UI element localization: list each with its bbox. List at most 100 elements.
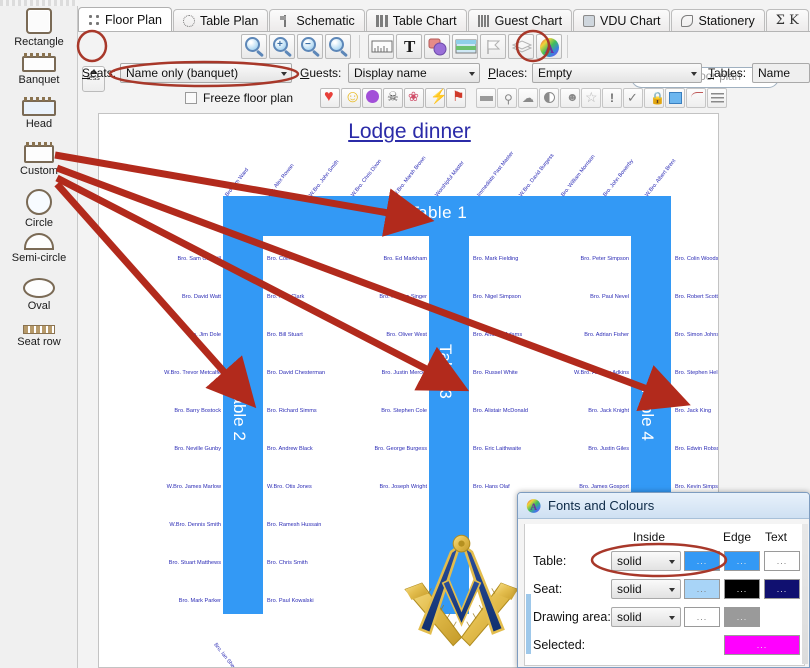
palette-item-oval[interactable]: Oval (0, 278, 78, 312)
palette-item-banquet[interactable]: Banquet (0, 53, 78, 86)
group-tool-button[interactable]: ☁ (518, 88, 538, 108)
seat-edge-colour-swatch[interactable]: ... (724, 579, 760, 599)
seats-label: Seats: (82, 66, 117, 80)
seat-label: Bro. Andrew Black (267, 446, 313, 452)
minus-glyph: − (305, 39, 311, 50)
purple-face-sticker-button[interactable] (362, 88, 382, 108)
heart-sticker-button[interactable]: ♥ (320, 88, 340, 108)
seats-selector[interactable]: Name only (banquet) (120, 63, 292, 83)
table-text-colour-swatch[interactable]: ... (764, 551, 800, 571)
tab-label: Table Chart (392, 14, 457, 28)
dialog-title-text: Fonts and Colours (548, 498, 655, 513)
fonts-colours-A-icon: A (540, 38, 559, 57)
guest-chart-icon (477, 15, 490, 27)
seat-label: Bro. Andrew Adams (473, 332, 523, 338)
seat-label: Bro. Nigel Simpson (473, 294, 521, 300)
exclamation-tool-button[interactable]: ! (602, 88, 622, 108)
schematic-icon (279, 15, 291, 27)
tab-table-plan[interactable]: Table Plan (172, 9, 269, 32)
palette-item-rectangle[interactable]: Rectangle (0, 8, 78, 48)
curve-tool-button[interactable] (686, 88, 706, 108)
palette-item-semi-circle[interactable]: Semi-circle (0, 233, 78, 264)
drawing-area-edge-colour-swatch[interactable]: ... (724, 607, 760, 627)
tab-vdu-chart[interactable]: VDU Chart (573, 9, 671, 32)
tab-stationery[interactable]: Stationery (671, 9, 765, 32)
seat-inside-colour-swatch[interactable]: ... (684, 579, 720, 599)
smiley-sticker-button[interactable]: ☺ (341, 87, 361, 108)
fonts-and-colours-dialog[interactable]: A Fonts and Colours Inside Edge Text Tab… (517, 492, 810, 668)
guests-selector[interactable]: Display name (348, 63, 480, 83)
seat-label: Bro. Stephen Hellab (675, 370, 718, 376)
selected-colour-swatch[interactable]: ... (724, 635, 800, 655)
bar-tool-button[interactable] (476, 88, 496, 108)
zoom-select-button[interactable] (325, 34, 351, 59)
grid-icon (669, 92, 682, 104)
seat-label: Bro. Adrian Fisher (584, 332, 629, 338)
rectangle-table-icon (26, 8, 52, 34)
dialog-left-scroll-strip[interactable] (526, 594, 531, 654)
split-tool-button[interactable] (539, 88, 559, 108)
places-value: Empty (538, 66, 573, 80)
zoom-out-button[interactable]: − (297, 34, 323, 59)
layers-button[interactable] (508, 34, 534, 59)
drawing-area-inside-colour-swatch[interactable]: ... (684, 607, 720, 627)
oval-table-icon (23, 278, 55, 298)
table-edge-colour-swatch[interactable]: ... (724, 551, 760, 571)
flag-button[interactable] (480, 34, 506, 59)
table-inside-style-select[interactable]: solid (611, 551, 681, 571)
seat-inside-style-value: solid (617, 582, 642, 596)
skull-sticker-button[interactable]: ☠ (383, 88, 403, 108)
seat-text-colour-swatch[interactable]: ... (764, 579, 800, 599)
dialog-row-label-seat: Seat: (533, 582, 563, 596)
head-seat-label: W.Bro. Chris Dixon (350, 158, 384, 198)
palette-item-seat-row[interactable]: Seat row (0, 325, 78, 348)
seat-label: Bro. George Burgess (374, 446, 427, 452)
tab-sigma[interactable]: Σ K (765, 9, 809, 32)
palette-item-custom[interactable]: Custom (0, 142, 78, 177)
tables-selector[interactable]: Name (752, 63, 810, 83)
flag-icon: ⚑ (452, 88, 465, 104)
person-tool-button[interactable]: ☻ (560, 88, 580, 108)
zoom-tool-button[interactable] (241, 34, 267, 59)
head-seat-label: Bro. William Morrison (560, 153, 597, 198)
text-button[interactable]: T (396, 34, 422, 59)
curve-icon (691, 92, 703, 104)
seat-label: Bro. David Watt (182, 294, 221, 300)
flag-sticker-button[interactable]: ⚑ (446, 88, 466, 108)
zoom-in-button[interactable]: + (269, 34, 295, 59)
tab-guest-chart[interactable]: Guest Chart (467, 9, 573, 32)
seat-label: W.Bro. Andrew Adkins (573, 370, 629, 376)
freeze-floor-plan-checkbox[interactable]: Freeze floor plan (185, 91, 293, 105)
lock-tool-button[interactable]: 🔒 (644, 88, 665, 108)
seat-label: Bro. Hans Olaf (473, 484, 510, 490)
background-button[interactable] (452, 34, 478, 59)
seat-inside-style-select[interactable]: solid (611, 579, 681, 599)
ruler-button[interactable] (368, 34, 394, 59)
drawing-area-inside-style-select[interactable]: solid (611, 607, 681, 627)
purple-circle-icon (366, 90, 379, 103)
palette-item-head[interactable]: Head (0, 97, 78, 130)
tab-floor-plan[interactable]: Floor Plan (78, 7, 172, 32)
star-tool-button[interactable]: ☆ (581, 88, 601, 108)
list-tool-button[interactable] (707, 88, 727, 108)
banquet-table-icon (22, 53, 56, 72)
dialog-scrollbar[interactable] (802, 524, 808, 664)
fonts-and-colours-button[interactable]: A (536, 34, 562, 59)
link-tool-button[interactable]: ⚲ (497, 88, 517, 108)
grid-tool-button[interactable] (665, 88, 685, 108)
table-inside-colour-swatch[interactable]: ... (684, 551, 720, 571)
lightning-sticker-button[interactable]: ⚡ (425, 88, 447, 108)
tab-schematic[interactable]: Schematic (269, 9, 365, 32)
tables-label: Tables: (708, 66, 747, 80)
fonts-colours-A-icon: A (526, 498, 541, 513)
palette-item-circle[interactable]: Circle (0, 189, 78, 229)
toolbar-divider (567, 35, 568, 58)
seat-label: Bro. Oliver West (386, 332, 427, 338)
tab-table-chart[interactable]: Table Chart (365, 9, 467, 32)
tick-tool-button[interactable]: ✓ (623, 88, 643, 108)
balloons-sticker-button[interactable]: ❀ (404, 88, 424, 108)
shapes-button[interactable] (424, 34, 450, 59)
seat-label: W.Bro. Otis Jones (267, 484, 312, 490)
footer-seat-label: Bro. Ian Sheridan (212, 642, 243, 668)
places-selector[interactable]: Empty (532, 63, 702, 83)
